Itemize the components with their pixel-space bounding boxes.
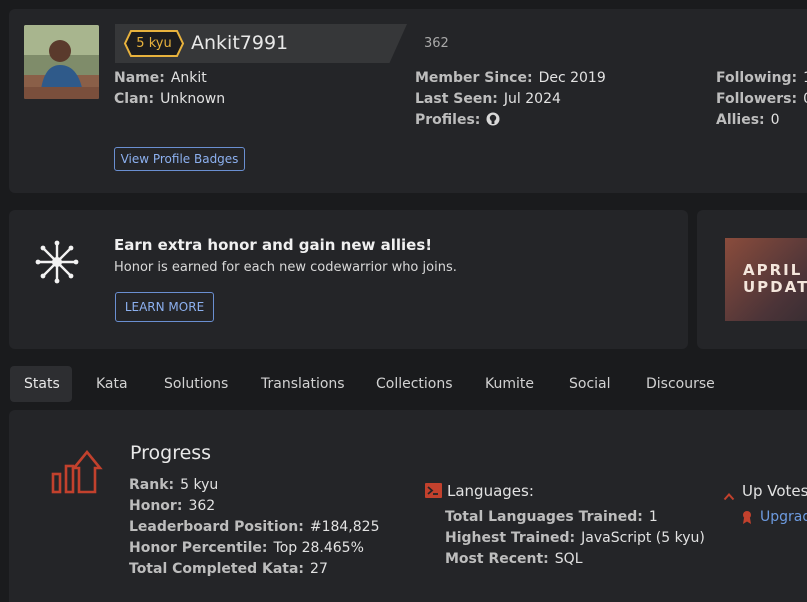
upgrade-link[interactable]: Upgrade <box>760 508 807 527</box>
most-recent-label: Most Recent: <box>445 551 549 567</box>
name-field: Name: Ankit <box>114 69 207 88</box>
following-label: Following: <box>716 70 798 86</box>
progress-title: Progress <box>130 442 212 464</box>
member-since-field: Member Since: Dec 2019 <box>415 69 606 88</box>
name-label: Name: <box>114 70 165 86</box>
most-recent-value: SQL <box>554 551 583 567</box>
clan-field: Clan: Unknown <box>114 90 225 109</box>
languages-title: Languages: <box>447 482 534 500</box>
rank-field: Rank: 5 kyu <box>129 476 218 495</box>
followers-field[interactable]: Followers: 0 <box>716 90 807 109</box>
rank-value: 5 kyu <box>180 477 219 493</box>
languages-trained-label: Total Languages Trained: <box>445 509 643 525</box>
profiles-field: Profiles: <box>415 111 500 132</box>
github-icon[interactable] <box>486 112 500 132</box>
view-profile-badges-button[interactable]: View Profile Badges <box>114 147 245 171</box>
username: Ankit7991 <box>191 32 289 54</box>
ribbon-icon <box>742 509 752 528</box>
completed-kata-value: 27 <box>310 561 328 577</box>
followers-label: Followers: <box>716 91 798 107</box>
learn-more-button[interactable]: LEARN MORE <box>115 292 214 322</box>
following-field[interactable]: Following: 1 <box>716 69 807 88</box>
tab-discourse[interactable]: Discourse <box>632 366 729 402</box>
network-icon <box>33 238 81 290</box>
clan-value: Unknown <box>160 91 226 107</box>
completed-kata-label: Total Completed Kata: <box>129 561 305 577</box>
honor-score: 362 <box>424 36 449 51</box>
promo-title: Earn extra honor and gain new allies! <box>114 236 433 254</box>
last-seen-value: Jul 2024 <box>503 91 561 107</box>
leaderboard-value: #184,825 <box>309 519 380 535</box>
tab-collections[interactable]: Collections <box>362 366 467 402</box>
rank-badge: 5 kyu <box>123 29 185 58</box>
chevron-up-icon <box>723 486 735 505</box>
allies-value: 0 <box>770 112 780 128</box>
profile-card: 5 kyu Ankit7991 362 Name: Ankit Clan: Unkn… <box>9 9 807 193</box>
name-value: Ankit <box>170 70 207 86</box>
promo-text: Honor is earned for each new codewarrior… <box>114 260 457 275</box>
avatar[interactable] <box>24 25 99 99</box>
allies-field[interactable]: Allies: 0 <box>716 111 780 130</box>
tab-translations[interactable]: Translations <box>247 366 359 402</box>
april-update-banner[interactable]: APRIL UPDATE <box>725 238 807 321</box>
highest-trained-label: Highest Trained: <box>445 530 576 546</box>
rank-badge-label: 5 kyu <box>136 36 172 51</box>
member-since-value: Dec 2019 <box>538 70 606 86</box>
following-value: 1 <box>803 70 807 86</box>
honor-percentile-value: Top 28.465% <box>273 540 364 556</box>
profiles-label: Profiles: <box>415 112 481 128</box>
tab-kata[interactable]: Kata <box>82 366 142 402</box>
april-update-line1: APRIL <box>743 261 803 279</box>
honor-field: Honor: 362 <box>129 497 215 516</box>
allies-label: Allies: <box>716 112 765 128</box>
languages-trained-field: Total Languages Trained: 1 <box>445 508 658 527</box>
tab-stats[interactable]: Stats <box>10 366 72 402</box>
terminal-icon <box>425 483 442 502</box>
tab-social[interactable]: Social <box>555 366 625 402</box>
member-since-label: Member Since: <box>415 70 533 86</box>
languages-trained-value: 1 <box>648 509 658 525</box>
promo-card: Earn extra honor and gain new allies! Ho… <box>9 210 688 349</box>
last-seen-label: Last Seen: <box>415 91 498 107</box>
completed-kata-field: Total Completed Kata: 27 <box>129 560 328 579</box>
progress-chart-icon <box>51 448 103 500</box>
rank-label: Rank: <box>129 477 175 493</box>
honor-label: Honor: <box>129 498 183 514</box>
honor-value: 362 <box>188 498 216 514</box>
tab-kumite[interactable]: Kumite <box>471 366 548 402</box>
tab-solutions[interactable]: Solutions <box>150 366 242 402</box>
honor-percentile-field: Honor Percentile: Top 28.465% <box>129 539 364 558</box>
most-recent-field: Most Recent: SQL <box>445 550 583 569</box>
leaderboard-label: Leaderboard Position: <box>129 519 304 535</box>
highest-trained-value: JavaScript (5 kyu) <box>581 530 705 546</box>
leaderboard-field: Leaderboard Position: #184,825 <box>129 518 379 537</box>
followers-value: 0 <box>803 91 807 107</box>
up-votes-title: Up Votes: <box>742 482 807 500</box>
honor-percentile-label: Honor Percentile: <box>129 540 268 556</box>
stats-card: Progress Rank: 5 kyu Honor: 362 Leaderboar… <box>9 410 807 602</box>
clan-label: Clan: <box>114 91 155 107</box>
april-update-line2: UPDATE <box>743 278 807 296</box>
highest-trained-field: Highest Trained: JavaScript (5 kyu) <box>445 529 705 548</box>
april-update-card[interactable]: APRIL UPDATE <box>697 210 807 349</box>
last-seen-field: Last Seen: Jul 2024 <box>415 90 561 109</box>
